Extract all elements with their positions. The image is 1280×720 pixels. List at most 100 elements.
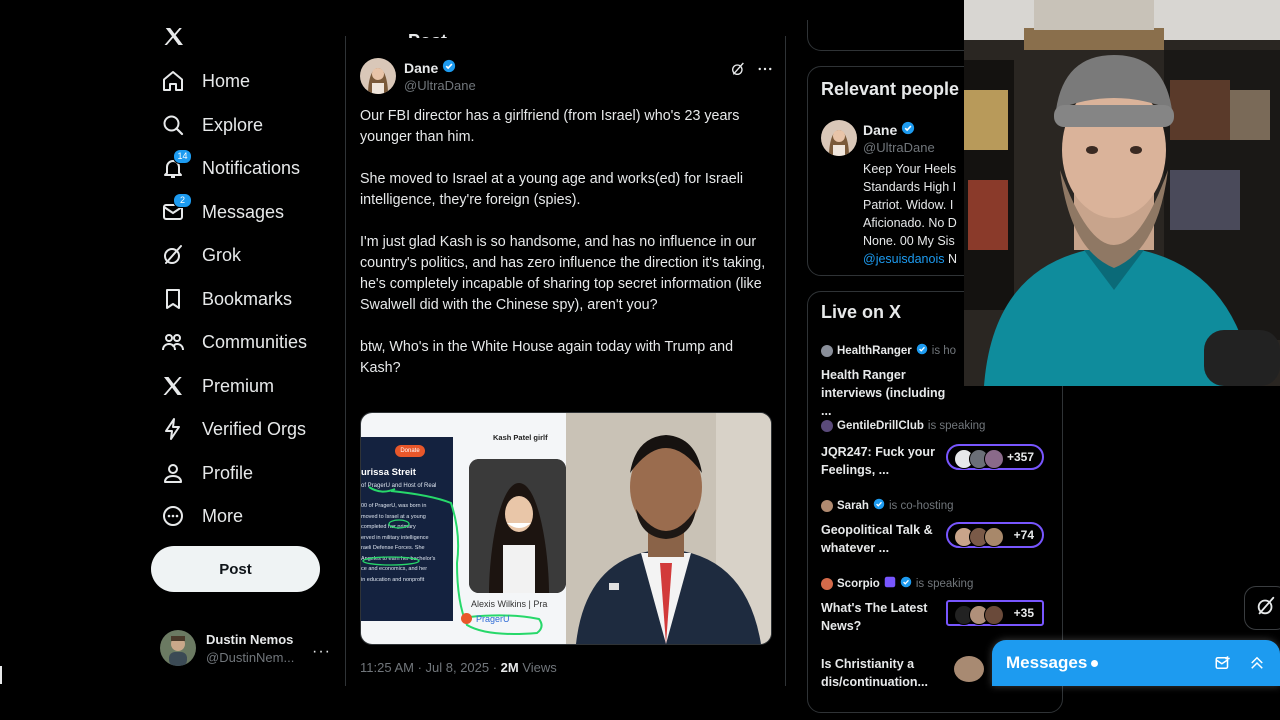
page-title: Post bbox=[408, 26, 447, 38]
more-circle-icon bbox=[160, 503, 186, 529]
nav-label: Notifications bbox=[202, 157, 301, 178]
verified-badge-icon bbox=[900, 576, 912, 591]
nav-label: More bbox=[202, 505, 244, 526]
post-author[interactable]: Dane @UltraDane bbox=[360, 58, 476, 94]
nav-label: Verified Orgs bbox=[202, 418, 307, 439]
post-paragraph: She moved to Israel at a young age and w… bbox=[360, 171, 744, 208]
nav-notifications[interactable]: 14 Notifications bbox=[160, 149, 301, 186]
nav-bookmarks[interactable]: Bookmarks bbox=[160, 281, 292, 317]
communities-icon bbox=[160, 329, 186, 355]
nav-more[interactable]: More bbox=[160, 498, 243, 534]
divider bbox=[785, 36, 786, 686]
nav-grok[interactable]: Grok bbox=[160, 237, 241, 273]
x-logo-icon bbox=[160, 373, 186, 399]
media-caption: Alexis Wilkins | Pra bbox=[471, 599, 548, 609]
post-text: Our FBI director has a girlfriend (from … bbox=[360, 106, 775, 400]
nav-profile[interactable]: Profile bbox=[160, 455, 253, 491]
avatar[interactable] bbox=[821, 120, 857, 156]
verified-badge-icon bbox=[916, 343, 928, 358]
nav-label: Messages bbox=[202, 201, 285, 222]
messages-badge: 2 bbox=[173, 193, 192, 208]
relevant-person-name[interactable]: Dane bbox=[863, 122, 897, 138]
verified-org-badge-icon bbox=[884, 576, 896, 591]
notification-badge: 14 bbox=[173, 149, 192, 164]
media-header: Kash Patel girlf bbox=[493, 433, 548, 442]
expand-up-icon[interactable] bbox=[1248, 654, 1266, 677]
nav-label: Communities bbox=[202, 331, 308, 352]
space-listeners[interactable]: +357 bbox=[946, 444, 1044, 470]
avatar bbox=[821, 499, 833, 512]
account-handle: @DustinNem... bbox=[206, 649, 295, 665]
space-listeners[interactable]: +35 bbox=[946, 600, 1044, 626]
space-listeners[interactable]: +74 bbox=[946, 522, 1044, 548]
avatar bbox=[821, 344, 833, 357]
post-timestamp[interactable]: 11:25 AM · Jul 8, 2025 · 2M Views bbox=[360, 660, 557, 675]
lightning-icon bbox=[160, 416, 186, 442]
messages-drawer-title: Messages bbox=[1006, 653, 1088, 672]
account-name: Dustin Nemos bbox=[206, 631, 294, 647]
post-media[interactable]: Donate urissa Streit of PragerU and Host… bbox=[360, 412, 772, 645]
nav-label: Premium bbox=[202, 375, 275, 396]
nav-communities[interactable]: Communities bbox=[160, 324, 307, 360]
grok-icon bbox=[160, 242, 186, 268]
live-on-x-title: Live on X bbox=[821, 302, 902, 322]
post-paragraph: Our FBI director has a girlfriend (from … bbox=[360, 108, 740, 145]
grok-floating-button[interactable] bbox=[1244, 586, 1280, 630]
nav-label: Profile bbox=[202, 462, 254, 483]
space-host[interactable]: Scorpio is speaking bbox=[821, 576, 973, 591]
bookmark-icon bbox=[160, 286, 186, 312]
avatar[interactable] bbox=[360, 58, 396, 94]
verified-badge-icon bbox=[442, 59, 456, 76]
bio-link[interactable]: @jesuisdanois bbox=[863, 252, 944, 266]
author-name[interactable]: Dane bbox=[404, 60, 438, 76]
space-title[interactable]: Geopolitical Talk & whatever ... bbox=[821, 521, 946, 557]
person-icon bbox=[160, 460, 186, 486]
unread-dot bbox=[1091, 659, 1099, 667]
verified-badge-icon bbox=[901, 121, 915, 138]
relevant-people-title: Relevant people bbox=[821, 79, 960, 99]
divider bbox=[345, 36, 346, 686]
nav-label: Grok bbox=[202, 244, 242, 265]
search-icon bbox=[160, 112, 186, 138]
nav-messages[interactable]: 2 Messages bbox=[160, 193, 285, 230]
grok-icon[interactable] bbox=[730, 61, 746, 82]
more-icon[interactable] bbox=[756, 60, 774, 83]
author-handle[interactable]: @UltraDane bbox=[404, 78, 476, 93]
new-message-icon[interactable] bbox=[1214, 654, 1232, 677]
post-paragraph: I'm just glad Kash is so handsome, and h… bbox=[360, 234, 766, 313]
home-icon bbox=[160, 68, 186, 94]
divider bbox=[0, 666, 2, 684]
space-title[interactable]: JQR247: Fuck your Feelings, ... bbox=[821, 443, 946, 479]
verified-badge-icon bbox=[873, 498, 885, 513]
space-host[interactable]: GentileDrillClub is speaking bbox=[821, 420, 985, 432]
avatar bbox=[160, 630, 196, 666]
nav-label: Home bbox=[202, 70, 251, 91]
post-button[interactable]: Post bbox=[151, 546, 320, 592]
post-paragraph: btw, Who's in the White House again toda… bbox=[360, 339, 734, 376]
media-screenshot[interactable]: Donate urissa Streit of PragerU and Host… bbox=[361, 413, 566, 644]
media-photo-man[interactable] bbox=[566, 413, 771, 644]
avatar bbox=[954, 656, 984, 682]
media-photo bbox=[469, 459, 566, 593]
account-more-icon[interactable]: ··· bbox=[312, 643, 331, 661]
grok-icon bbox=[1255, 595, 1277, 622]
views-count: 2M bbox=[500, 660, 519, 675]
bell-icon: 14 bbox=[160, 149, 192, 181]
nav-explore[interactable]: Explore bbox=[160, 107, 263, 143]
nav-verified-orgs[interactable]: Verified Orgs bbox=[160, 411, 306, 447]
avatar bbox=[821, 577, 833, 590]
space-host[interactable]: Sarah is co-hosting bbox=[821, 498, 954, 513]
nav-home[interactable]: Home bbox=[160, 63, 250, 99]
nav-label: Bookmarks bbox=[202, 288, 293, 309]
nav-premium[interactable]: Premium bbox=[160, 368, 274, 404]
relevant-person-handle[interactable]: @UltraDane bbox=[863, 140, 935, 155]
nav-label: Explore bbox=[202, 114, 264, 135]
space-title[interactable]: What's The Latest News? bbox=[821, 599, 946, 635]
space-host[interactable]: HealthRanger is ho bbox=[821, 343, 956, 358]
space-title[interactable]: Health Ranger interviews (including ... bbox=[821, 366, 946, 420]
messages-drawer[interactable]: Messages bbox=[992, 640, 1280, 686]
x-logo-icon[interactable] bbox=[162, 28, 186, 46]
space-title[interactable]: Is Christianity a dis/continuation... bbox=[821, 655, 946, 691]
webcam-overlay bbox=[964, 0, 1280, 386]
pragerU-logo-icon bbox=[461, 613, 472, 624]
